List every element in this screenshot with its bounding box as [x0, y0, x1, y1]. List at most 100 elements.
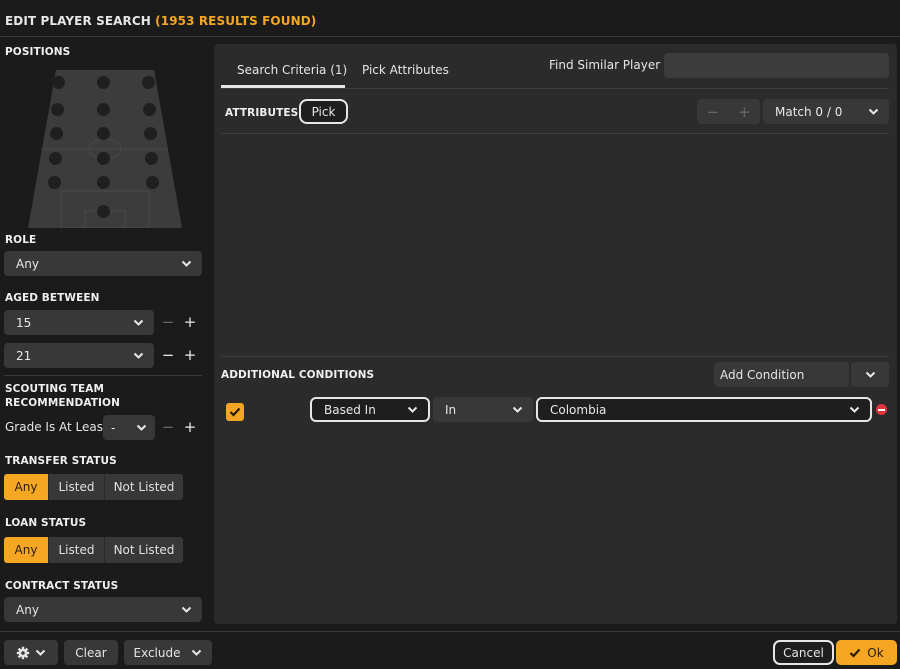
condition-value-dropdown[interactable]: Colombia	[536, 397, 872, 422]
match-dropdown[interactable]: Match 0 / 0	[763, 99, 889, 124]
search-criteria-panel	[214, 44, 897, 624]
condition-operator-value: In	[445, 402, 457, 417]
pitch-position-dot[interactable]	[142, 76, 155, 89]
age-min-dropdown[interactable]: 15	[4, 310, 154, 335]
grade-dropdown[interactable]: -	[103, 415, 155, 440]
header-divider	[0, 36, 900, 37]
remove-condition-icon[interactable]	[876, 404, 887, 415]
checkmark-icon	[850, 648, 861, 658]
settings-menu-button[interactable]	[4, 640, 58, 665]
condition-operator-dropdown[interactable]: In	[433, 397, 533, 422]
condition-enabled-checkbox[interactable]	[226, 403, 244, 421]
condition-field-dropdown[interactable]: Based In	[310, 397, 430, 422]
condition-value-text: Colombia	[550, 402, 607, 417]
pitch-position-dot[interactable]	[49, 152, 62, 165]
pitch-position-dot[interactable]	[145, 152, 158, 165]
attributes-divider	[221, 133, 889, 134]
exclude-button[interactable]: Exclude	[124, 640, 212, 665]
results-count: (1953 RESULTS FOUND)	[155, 14, 317, 28]
contract-status-dropdown[interactable]: Any	[4, 597, 202, 622]
find-similar-label: Find Similar Player to	[549, 58, 677, 72]
age-max-increment-button[interactable]: +	[179, 344, 201, 366]
tab-pick-attributes[interactable]: Pick Attributes	[362, 63, 449, 77]
age-max-value: 21	[16, 348, 32, 363]
tabs-divider	[221, 88, 889, 89]
grade-value: -	[111, 420, 116, 435]
age-max-dropdown[interactable]: 21	[4, 343, 154, 368]
chevron-down-icon	[867, 106, 879, 118]
match-decrement-button[interactable]: −	[706, 103, 719, 121]
positions-label: POSITIONS	[5, 46, 71, 58]
chevron-down-icon	[34, 647, 46, 659]
transfer-status-label: TRANSFER STATUS	[5, 455, 117, 467]
pitch-position-dot[interactable]	[97, 127, 110, 140]
loan-status-segmented: Any Listed Not Listed	[4, 537, 183, 563]
age-min-increment-button[interactable]: +	[179, 311, 201, 333]
checkmark-icon	[229, 407, 241, 417]
pitch-position-dot[interactable]	[97, 152, 110, 165]
chevron-down-icon	[848, 404, 860, 416]
scouting-label: SCOUTING TEAM RECOMMENDATION	[5, 383, 120, 409]
transfer-not-listed-option[interactable]: Not Listed	[105, 474, 183, 500]
match-value: Match 0 / 0	[775, 104, 843, 119]
loan-not-listed-option[interactable]: Not Listed	[105, 537, 183, 563]
transfer-any-option[interactable]: Any	[4, 474, 49, 500]
ok-button[interactable]: Ok	[836, 640, 897, 665]
find-similar-player-input[interactable]	[664, 53, 889, 78]
positions-pitch[interactable]	[28, 70, 182, 229]
loan-listed-option[interactable]: Listed	[49, 537, 105, 563]
chevron-down-icon	[135, 422, 147, 434]
grade-label: Grade Is At Least	[5, 420, 108, 434]
minus-glyph	[878, 408, 885, 411]
pick-attributes-button[interactable]: Pick	[299, 99, 348, 124]
pitch-position-dot[interactable]	[48, 176, 61, 189]
gear-icon	[16, 646, 30, 659]
pitch-position-dot[interactable]	[97, 176, 110, 189]
title-text: EDIT PLAYER SEARCH	[5, 14, 151, 28]
condition-field-value: Based In	[324, 402, 376, 417]
tab-search-criteria[interactable]: Search Criteria (1)	[237, 63, 347, 77]
chevron-down-icon	[180, 604, 192, 616]
match-stepper: − +	[697, 99, 760, 124]
grade-decrement-button[interactable]: −	[157, 416, 179, 438]
exclude-label: Exclude	[133, 645, 181, 660]
sidebar-divider	[4, 375, 202, 376]
pitch-position-dot[interactable]	[97, 103, 110, 116]
pitch-position-dot[interactable]	[143, 103, 156, 116]
grade-increment-button[interactable]: +	[179, 416, 201, 438]
footer-divider	[0, 631, 900, 632]
transfer-listed-option[interactable]: Listed	[49, 474, 105, 500]
age-min-value: 15	[16, 315, 32, 330]
chevron-down-icon	[132, 317, 144, 329]
ok-label: Ok	[867, 645, 884, 660]
contract-status-value: Any	[16, 602, 39, 617]
pitch-position-dot[interactable]	[146, 176, 159, 189]
cancel-button[interactable]: Cancel	[773, 640, 834, 665]
age-max-decrement-button[interactable]: −	[157, 344, 179, 366]
clear-button[interactable]: Clear	[64, 640, 118, 665]
pitch-position-dot[interactable]	[52, 76, 65, 89]
loan-any-option[interactable]: Any	[4, 537, 49, 563]
aged-between-label: AGED BETWEEN	[5, 292, 100, 304]
conditions-divider	[221, 356, 889, 357]
chevron-down-icon	[191, 647, 203, 659]
chevron-down-icon	[180, 258, 192, 270]
age-min-decrement-button[interactable]: −	[157, 311, 179, 333]
pitch-position-dot[interactable]	[144, 127, 157, 140]
add-condition-button[interactable]: Add Condition	[714, 362, 849, 387]
pitch-position-dot[interactable]	[97, 205, 110, 218]
chevron-down-icon	[864, 369, 876, 381]
chevron-down-icon	[511, 404, 523, 416]
dialog-title: EDIT PLAYER SEARCH (1953 RESULTS FOUND)	[5, 14, 316, 28]
role-value: Any	[16, 256, 39, 271]
add-condition-dropdown-button[interactable]	[851, 362, 889, 387]
match-increment-button[interactable]: +	[738, 103, 751, 121]
pitch-position-dot[interactable]	[50, 127, 63, 140]
pitch-position-dot[interactable]	[51, 103, 64, 116]
chevron-down-icon	[406, 404, 418, 416]
transfer-status-segmented: Any Listed Not Listed	[4, 474, 183, 500]
pitch-position-dot[interactable]	[97, 76, 110, 89]
role-dropdown[interactable]: Any	[4, 251, 202, 276]
additional-conditions-label: ADDITIONAL CONDITIONS	[221, 369, 375, 381]
chevron-down-icon	[132, 350, 144, 362]
